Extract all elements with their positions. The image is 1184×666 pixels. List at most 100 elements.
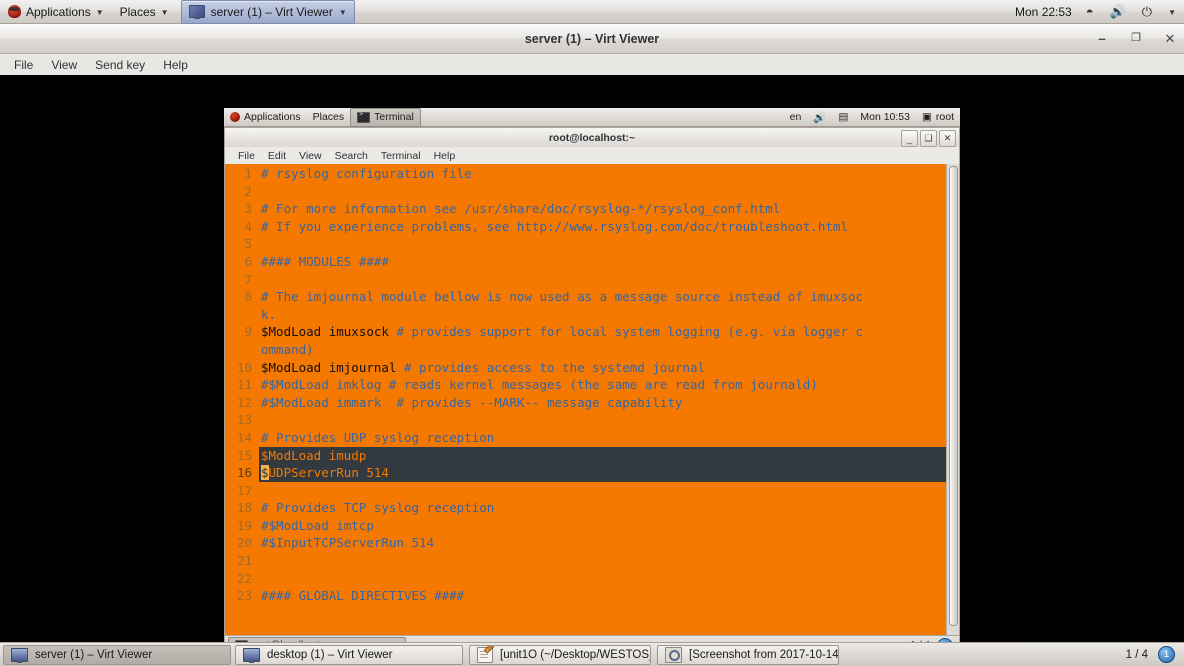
vim-line-number: 21: [236, 553, 252, 569]
vim-line[interactable]: 19 #$ModLoad imtcp: [225, 517, 947, 535]
vim-line[interactable]: 7: [225, 271, 947, 289]
minimize-button[interactable]: _: [901, 130, 918, 147]
host-window-button-server[interactable]: server (1) – Virt Viewer ▼: [180, 0, 355, 24]
terminal-menubar: File Edit View Search Terminal Help: [224, 147, 960, 164]
vim-line[interactable]: 1 # rsyslog configuration file: [225, 165, 947, 183]
vim-line-text: #### MODULES ####: [259, 253, 947, 271]
vim-line[interactable]: 6 #### MODULES ####: [225, 253, 947, 271]
vim-line[interactable]: 2: [225, 183, 947, 201]
taskbar-item-server[interactable]: server (1) – Virt Viewer: [3, 644, 231, 665]
vim-line[interactable]: k.: [225, 306, 947, 324]
menu-file[interactable]: File: [232, 149, 261, 163]
taskbar-item-label: desktop (1) – Virt Viewer: [267, 648, 393, 661]
vim-line[interactable]: 5: [225, 235, 947, 253]
terminal-scrollbar-thumb[interactable]: [949, 166, 958, 626]
vim-line[interactable]: 3 # For more information see /usr/share/d…: [225, 200, 947, 218]
terminal-titlebar[interactable]: root@localhost:~ _ ❑ ✕: [224, 127, 960, 147]
network-icon[interactable]: ▤: [832, 108, 854, 126]
minimize-button[interactable]: –: [1094, 31, 1110, 47]
guest-panel-tray: en 🔊 ▤ Mon 10:53 ▣ root: [784, 108, 960, 126]
vim-line[interactable]: 15 $ModLoad imudp: [225, 446, 947, 465]
vim-line-text: [259, 235, 947, 253]
terminal-window-controls: _ ❑ ✕: [901, 130, 956, 147]
menu-help[interactable]: Help: [428, 149, 462, 163]
vim-line[interactable]: 14 # Provides UDP syslog reception: [225, 429, 947, 447]
vim-line-number: 6: [244, 253, 252, 269]
vim-line-number: 23: [236, 588, 252, 604]
vim-line[interactable]: 18 # Provides TCP syslog reception: [225, 499, 947, 517]
vim-line[interactable]: 11 #$ModLoad imklog # reads kernel messag…: [225, 376, 947, 394]
virt-viewer-window-controls: – ❐ ✕: [1094, 24, 1178, 53]
vim-line[interactable]: ommand): [225, 341, 947, 359]
volume-icon[interactable]: 🔊: [1102, 0, 1134, 23]
menu-view[interactable]: View: [43, 56, 85, 74]
menu-view[interactable]: View: [293, 149, 328, 163]
close-button[interactable]: ✕: [1162, 31, 1178, 47]
guest-window-button-label: Terminal: [374, 111, 414, 123]
guest-applications-menu[interactable]: Applications: [224, 108, 307, 126]
host-workspace-indicator[interactable]: 1 / 4: [1126, 649, 1148, 661]
vim-line[interactable]: 12 #$ModLoad immark # provides --MARK-- m…: [225, 394, 947, 412]
volume-icon[interactable]: 🔊: [807, 108, 832, 126]
vim-line-number: 11: [236, 377, 252, 393]
host-places-menu[interactable]: Places ▼: [112, 0, 177, 23]
menu-edit[interactable]: Edit: [262, 149, 292, 163]
taskbar-item-unit10[interactable]: [unit1O (~/Desktop/WESTOS_OS…: [469, 644, 651, 665]
redhat-icon: [230, 112, 240, 122]
taskbar-item-screenshot[interactable]: [Screenshot from 2017-10-14 1…: [657, 644, 839, 665]
vim-text-segment: #$ModLoad imklog # reads kernel messages…: [261, 377, 818, 393]
terminal-body[interactable]: 1 # rsyslog configuration file 2 3 # For mor…: [224, 164, 960, 642]
system-menu-chevron-down-icon[interactable]: ▼: [1160, 0, 1184, 23]
menu-send-key[interactable]: Send key: [87, 56, 153, 74]
terminal-title: root@localhost:~: [548, 131, 636, 144]
taskbar-item-desktop[interactable]: desktop (1) – Virt Viewer: [235, 644, 463, 665]
guest-window-button-terminal[interactable]: Terminal: [350, 107, 421, 127]
chevron-down-icon: ▼: [95, 7, 104, 17]
virt-viewer-window: server (1) – Virt Viewer – ❐ ✕ File View…: [0, 24, 1184, 642]
host-applications-menu[interactable]: Applications ▼: [0, 0, 112, 23]
vim-line-number: 18: [236, 500, 252, 516]
vim-line-number: 22: [236, 570, 252, 586]
vim-line[interactable]: 4 # If you experience problems, see http:…: [225, 218, 947, 236]
vim-text-segment: $ModLoad imudp: [261, 447, 367, 463]
menu-help[interactable]: Help: [155, 56, 196, 74]
vim-line[interactable]: 23 #### GLOBAL DIRECTIVES ####: [225, 587, 947, 605]
vim-line-number: 13: [236, 412, 252, 428]
maximize-button[interactable]: ❐: [1128, 31, 1144, 47]
vim-line[interactable]: 17: [225, 482, 947, 500]
vim-line[interactable]: 13: [225, 411, 947, 429]
terminal-scrollbar[interactable]: [946, 164, 959, 642]
guest-clock[interactable]: Mon 10:53: [854, 108, 916, 126]
host-clock[interactable]: Mon 22:53: [1009, 5, 1078, 19]
menu-terminal[interactable]: Terminal: [375, 149, 427, 163]
host-workspace-badge[interactable]: 1: [1158, 646, 1175, 663]
vim-line[interactable]: 22: [225, 570, 947, 588]
vim-line[interactable]: 16 $UDPServerRun 514: [225, 464, 947, 482]
battery-icon[interactable]: ⏻: [1134, 0, 1160, 23]
guest-user-menu[interactable]: ▣ root: [916, 108, 960, 126]
taskbar-item-label: [unit1O (~/Desktop/WESTOS_OS…: [500, 648, 650, 661]
vim-line-number: 9: [244, 324, 252, 340]
vim-line-text: [259, 183, 947, 201]
menu-search[interactable]: Search: [329, 149, 374, 163]
wifi-icon[interactable]: ◓: [1078, 0, 1102, 23]
vim-line[interactable]: 20 #$InputTCPServerRun 514: [225, 534, 947, 552]
vim-line[interactable]: 10 $ModLoad imjournal # provides access t…: [225, 359, 947, 377]
terminal-window: root@localhost:~ _ ❑ ✕ File Edit View Se…: [224, 127, 960, 642]
close-button[interactable]: ✕: [939, 130, 956, 147]
virt-viewer-titlebar[interactable]: server (1) – Virt Viewer – ❐ ✕: [0, 24, 1184, 54]
menu-file[interactable]: File: [6, 56, 41, 74]
maximize-button[interactable]: ❑: [920, 130, 937, 147]
vim-line-number: 16: [225, 464, 259, 482]
vim-line-number: 2: [244, 183, 252, 199]
vim-line[interactable]: 21: [225, 552, 947, 570]
vim-editor[interactable]: 1 # rsyslog configuration file 2 3 # For mor…: [225, 164, 947, 642]
virt-viewer-menubar: File View Send key Help: [0, 54, 1184, 77]
guest-applications-label: Applications: [244, 111, 301, 123]
guest-keyboard-layout[interactable]: en: [784, 108, 808, 126]
vim-line-text: [259, 482, 947, 500]
vim-line[interactable]: 8 # The imjournal module bellow is now us…: [225, 288, 947, 306]
vim-line[interactable]: 9 $ModLoad imuxsock # provides support fo…: [225, 323, 947, 341]
guest-taskbar: root@localhost:~ 1 / 4 1: [224, 635, 960, 642]
guest-places-menu[interactable]: Places: [307, 108, 351, 126]
